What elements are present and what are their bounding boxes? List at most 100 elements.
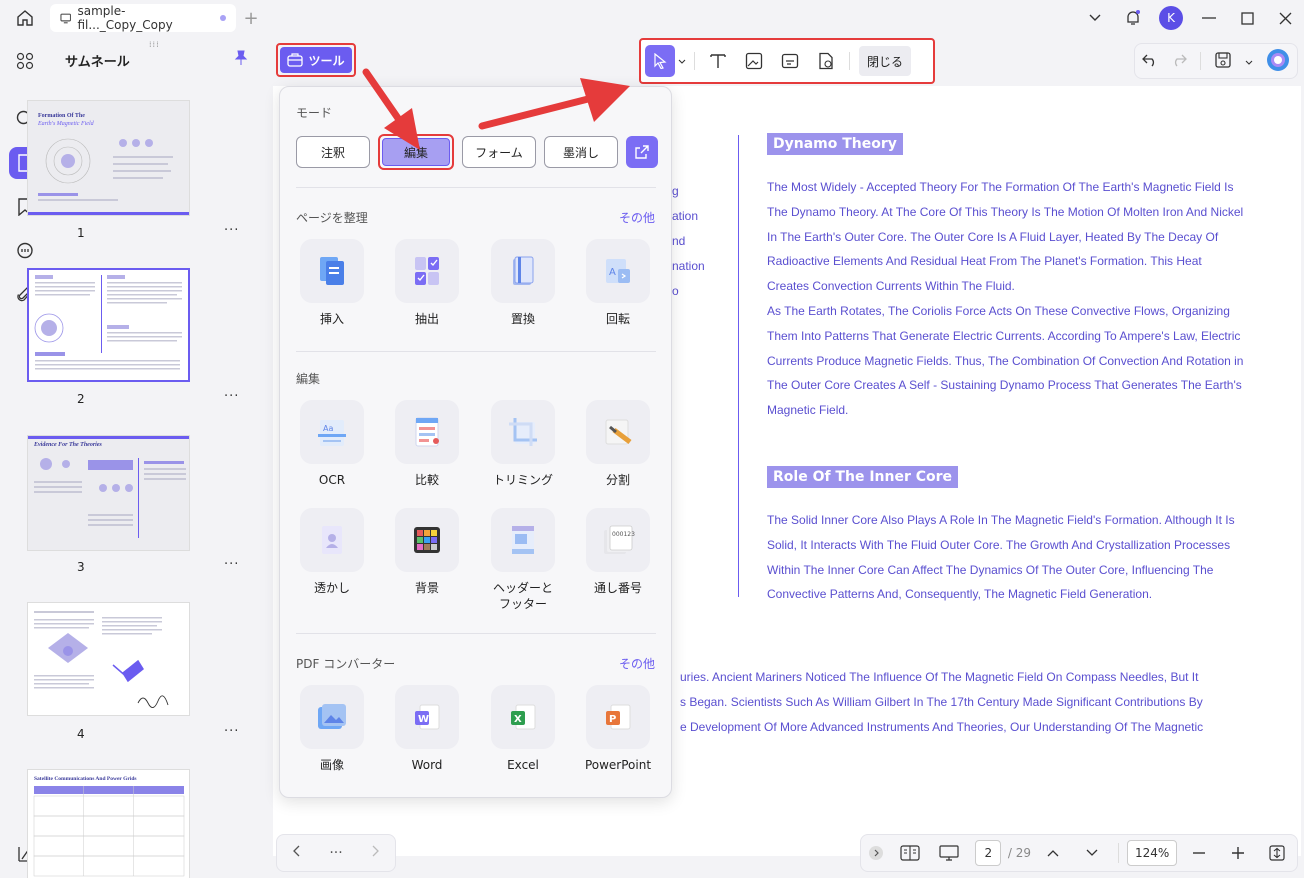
title-bar: sample-fil..._Copy_Copy + K <box>0 0 1304 36</box>
text-fragment: g <box>672 184 679 198</box>
tool-button[interactable]: ツール <box>280 47 352 73</box>
watermark-tool[interactable]: 透かし <box>292 508 372 596</box>
convert-excel-label: Excel <box>507 758 539 772</box>
document-tab[interactable]: sample-fil..._Copy_Copy <box>50 4 236 32</box>
zoom-field[interactable]: 124% <box>1125 840 1180 866</box>
rotate-tool[interactable]: A 回転 <box>578 239 658 327</box>
mode-form-button[interactable]: フォーム <box>462 136 536 168</box>
ocr-tool[interactable]: Aa OCR <box>292 400 372 488</box>
mode-edit-label: 編集 <box>382 138 450 166</box>
crop-tool-label: トリミング <box>492 473 553 487</box>
page-more-button[interactable]: ··· <box>224 724 239 739</box>
cursor-icon <box>654 53 667 69</box>
mode-annotate-button[interactable]: 注釈 <box>296 136 370 168</box>
add-watermark-button[interactable] <box>808 45 844 77</box>
select-tool-button[interactable] <box>645 45 675 77</box>
add-text-button[interactable] <box>700 45 736 77</box>
extract-pages-icon <box>415 257 439 285</box>
ai-assistant-icon[interactable] <box>1266 48 1290 75</box>
home-button[interactable] <box>0 0 50 36</box>
crop-tool[interactable]: トリミング <box>483 400 563 488</box>
monitor-icon <box>60 13 72 24</box>
page-thumbnail-3[interactable]: Evidence For The Theories <box>27 435 190 551</box>
right-toolbar <box>1134 43 1298 79</box>
redo-icon[interactable] <box>1171 53 1187 70</box>
rotate-tool-label: 回転 <box>605 312 630 326</box>
new-tab-button[interactable]: + <box>236 8 266 29</box>
next-page-button[interactable] <box>1073 849 1112 857</box>
page-thumbnail-5[interactable]: Satellite Communications And Power Grids <box>27 769 190 878</box>
select-dropdown-button[interactable] <box>675 45 689 77</box>
mode-edit-button[interactable]: 編集 <box>378 134 454 170</box>
comments-button[interactable] <box>0 229 50 273</box>
converter-more-link[interactable]: その他 <box>619 655 655 672</box>
bates-number-tool[interactable]: 000123 通し番号 <box>578 508 658 596</box>
presentation-button[interactable] <box>930 845 969 861</box>
header-footer-icon <box>512 526 534 554</box>
previous-page-button[interactable] <box>1033 849 1072 857</box>
page-more-button[interactable]: ··· <box>224 389 239 404</box>
mode-redact-button[interactable]: 墨消し <box>544 136 618 168</box>
close-edit-button[interactable]: 閉じる <box>859 46 912 76</box>
apps-button[interactable] <box>0 39 50 83</box>
watermark-icon <box>819 52 833 70</box>
background-tool[interactable]: 背景 <box>387 508 467 596</box>
undo-icon[interactable] <box>1141 53 1158 70</box>
svg-text:A: A <box>609 267 616 278</box>
background-tool-label: 背景 <box>414 581 439 595</box>
svg-text:000123: 000123 <box>612 531 635 538</box>
thumbnail-panel-title: サムネール <box>65 54 130 70</box>
save-dropdown-icon[interactable] <box>1245 54 1253 68</box>
user-avatar[interactable]: K <box>1152 0 1190 36</box>
minimize-button[interactable] <box>1190 0 1228 36</box>
add-image-button[interactable] <box>736 45 772 77</box>
previous-icon[interactable] <box>292 845 300 861</box>
page-number: 2 <box>77 392 85 406</box>
page-layout-button[interactable] <box>890 845 929 861</box>
next-icon[interactable] <box>372 845 380 861</box>
header-footer-tool[interactable]: ヘッダーと フッター <box>483 508 563 612</box>
convert-powerpoint-tool[interactable]: P PowerPoint <box>578 685 658 773</box>
organize-more-link[interactable]: その他 <box>619 209 655 226</box>
zoom-in-button[interactable] <box>1219 847 1258 859</box>
collapse-button[interactable] <box>861 845 890 861</box>
more-button[interactable]: ··· <box>329 845 342 861</box>
drag-handle[interactable]: ⁞⁞⁞ <box>149 40 167 49</box>
page-number-field[interactable]: 2 <box>969 840 1008 866</box>
close-window-button[interactable] <box>1266 0 1304 36</box>
open-external-button[interactable] <box>626 136 658 168</box>
convert-image-tool[interactable]: 画像 <box>292 685 372 773</box>
zoom-level[interactable]: 124% <box>1127 840 1178 866</box>
notification-bell-icon[interactable] <box>1114 0 1152 36</box>
convert-excel-tool[interactable]: X Excel <box>483 685 563 773</box>
divider <box>296 633 656 634</box>
replace-tool[interactable]: 置換 <box>483 239 563 327</box>
save-icon[interactable] <box>1214 51 1232 72</box>
current-page-input[interactable]: 2 <box>975 840 1002 866</box>
text-fragment: nd <box>672 234 686 248</box>
column-divider <box>738 135 739 597</box>
extract-tool[interactable]: 抽出 <box>387 239 467 327</box>
page-more-button[interactable]: ··· <box>224 557 239 572</box>
split-tool[interactable]: 分割 <box>578 400 658 488</box>
compare-tool[interactable]: 比較 <box>387 400 467 488</box>
unsaved-dot <box>220 15 226 21</box>
thumbnail-graphic <box>33 786 185 877</box>
maximize-button[interactable] <box>1228 0 1266 36</box>
zoom-out-button[interactable] <box>1180 852 1219 854</box>
tool-button-highlight: ツール <box>276 43 356 77</box>
page-thumbnail-1[interactable]: Formation Of The Earth's Magnetic Field <box>27 100 190 216</box>
watermark-icon <box>322 526 342 554</box>
page-thumbnail-2[interactable] <box>27 268 190 382</box>
organize-section-title: ページを整理 <box>296 211 368 225</box>
split-tool-label: 分割 <box>605 473 630 487</box>
insert-tool[interactable]: 挿入 <box>292 239 372 327</box>
fit-page-button[interactable] <box>1258 845 1297 861</box>
section-heading: Dynamo Theory <box>767 133 903 155</box>
page-more-button[interactable]: ··· <box>224 223 239 238</box>
add-link-button[interactable] <box>772 45 808 77</box>
page-thumbnail-4[interactable] <box>27 602 190 716</box>
chevron-down-icon[interactable] <box>1076 0 1114 36</box>
convert-word-tool[interactable]: W Word <box>387 685 467 773</box>
pin-icon[interactable] <box>234 50 248 70</box>
